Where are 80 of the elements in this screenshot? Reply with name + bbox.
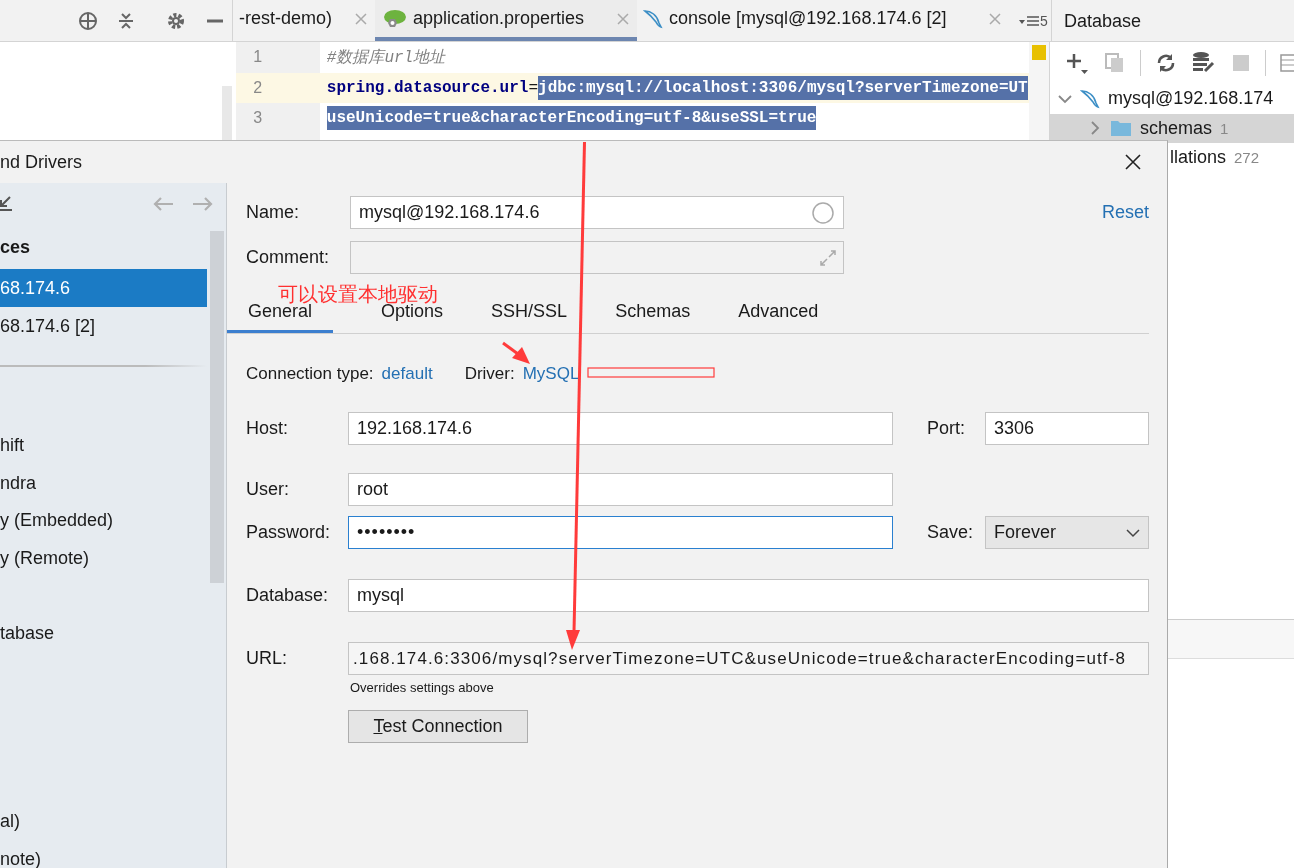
user-field[interactable]: root bbox=[348, 473, 893, 506]
close-icon[interactable] bbox=[1125, 154, 1141, 170]
chevron-down-icon bbox=[1126, 527, 1140, 538]
test-connection-button[interactable]: Test Connection bbox=[348, 710, 528, 743]
settings-icon[interactable] bbox=[166, 11, 186, 31]
sidebar-item[interactable]: note) bbox=[0, 843, 42, 868]
sidebar-item[interactable]: al) bbox=[0, 806, 20, 836]
panel-title: Database bbox=[1064, 11, 1142, 31]
database-field[interactable]: mysql bbox=[348, 579, 1149, 612]
port-field[interactable]: 3306 bbox=[985, 412, 1149, 445]
sidebar-item[interactable]: 68.174.6 bbox=[0, 269, 207, 307]
property-key: spring.datasource.url bbox=[326, 78, 529, 97]
tab[interactable]: Advanced bbox=[738, 301, 819, 333]
tab[interactable]: SSH/SSL bbox=[491, 301, 568, 333]
tree-item[interactable]: llations bbox=[1170, 147, 1227, 169]
field-label: Save: bbox=[927, 522, 975, 543]
annotation-arrow bbox=[502, 341, 530, 364]
warning-marker bbox=[1032, 45, 1046, 60]
section-heading: ces bbox=[0, 236, 32, 259]
line-number: 2 bbox=[252, 78, 264, 97]
field-label: Host: bbox=[246, 418, 289, 439]
editor-tab[interactable]: -rest-demo) bbox=[233, 0, 375, 41]
line-number: 3 bbox=[252, 109, 264, 128]
tab-list-icon[interactable] bbox=[1019, 14, 1039, 27]
reset-link[interactable]: Reset bbox=[1101, 202, 1149, 223]
crosshair-icon[interactable] bbox=[78, 11, 98, 31]
connection-type-link[interactable]: default bbox=[381, 364, 433, 384]
sidebar-item[interactable]: y (Embedded) bbox=[0, 505, 114, 536]
field-label: Password: bbox=[246, 522, 332, 543]
field-label: Comment: bbox=[246, 247, 331, 268]
sidebar-item[interactable]: ndra bbox=[0, 467, 37, 498]
expand-icon[interactable] bbox=[819, 248, 837, 267]
stop-icon[interactable] bbox=[1231, 53, 1251, 73]
selected-code: jdbc:mysql://localhost:3306/mysql?serverTimezone=UT bbox=[538, 75, 1028, 100]
table-icon[interactable] bbox=[1280, 53, 1294, 73]
hint-text: Overrides settings above bbox=[350, 680, 495, 695]
editor-tab[interactable]: application.properties bbox=[375, 0, 637, 41]
sidebar-item[interactable]: hift bbox=[0, 430, 24, 460]
comment-field[interactable] bbox=[350, 241, 844, 274]
folder-icon bbox=[1110, 119, 1132, 138]
item-count: 272 bbox=[1234, 149, 1260, 167]
tree-item[interactable]: schemas bbox=[1140, 117, 1213, 139]
forward-arrow-icon[interactable] bbox=[192, 196, 214, 212]
dialog-title: nd Drivers bbox=[0, 151, 83, 173]
tree-item[interactable]: mysql@192.168.174 bbox=[1108, 88, 1274, 110]
field-label: User: bbox=[246, 479, 290, 500]
editor-tab[interactable]: console [mysql@192.168.174.6 [2] bbox=[637, 0, 1009, 41]
driver-link[interactable]: MySQL bbox=[522, 364, 580, 384]
sidebar-item[interactable]: y (Remote) bbox=[0, 542, 89, 573]
field-label: Connection type: bbox=[246, 364, 374, 384]
chevron-icon[interactable] bbox=[1088, 121, 1102, 136]
circle-icon bbox=[811, 200, 835, 225]
database-settings-icon[interactable] bbox=[1191, 51, 1217, 75]
field-label: Driver: bbox=[464, 364, 515, 384]
field-label: URL: bbox=[246, 648, 288, 669]
save-dropdown[interactable]: Forever bbox=[985, 516, 1149, 549]
field-label: Port: bbox=[927, 418, 966, 439]
code-comment: #数据库url地址 bbox=[326, 48, 446, 67]
scrollbar[interactable] bbox=[210, 231, 224, 583]
code-operator: = bbox=[528, 78, 539, 97]
collapse-icon[interactable] bbox=[116, 11, 136, 31]
field-label: Name: bbox=[246, 202, 300, 223]
sidebar-item[interactable]: tabase bbox=[0, 618, 55, 648]
password-field[interactable]: •••••••• bbox=[348, 516, 893, 549]
field-label: Database: bbox=[246, 585, 330, 606]
tab[interactable]: Schemas bbox=[615, 301, 691, 333]
refresh-icon[interactable] bbox=[1155, 52, 1177, 74]
tab-count: 5 bbox=[1040, 12, 1048, 29]
name-field[interactable]: mysql@192.168.174.6 bbox=[350, 196, 844, 229]
import-icon[interactable] bbox=[0, 195, 12, 213]
host-field[interactable]: 192.168.174.6 bbox=[348, 412, 893, 445]
item-count: 1 bbox=[1220, 119, 1229, 137]
back-arrow-icon[interactable] bbox=[152, 196, 174, 212]
dolphin-icon bbox=[1080, 87, 1100, 110]
selected-code: useUnicode=true&characterEncoding=utf-8&useSSL=true bbox=[326, 106, 817, 131]
line-number: 1 bbox=[252, 48, 264, 67]
url-field[interactable]: .168.174.6:3306/mysql?serverTimezone=UTC&useUnicode=true&characterEncoding=utf-8 bbox=[348, 642, 1149, 675]
copy-icon[interactable] bbox=[1104, 52, 1126, 74]
dolphin-icon bbox=[643, 7, 663, 30]
sidebar-item[interactable]: 68.174.6 [2] bbox=[0, 307, 207, 345]
